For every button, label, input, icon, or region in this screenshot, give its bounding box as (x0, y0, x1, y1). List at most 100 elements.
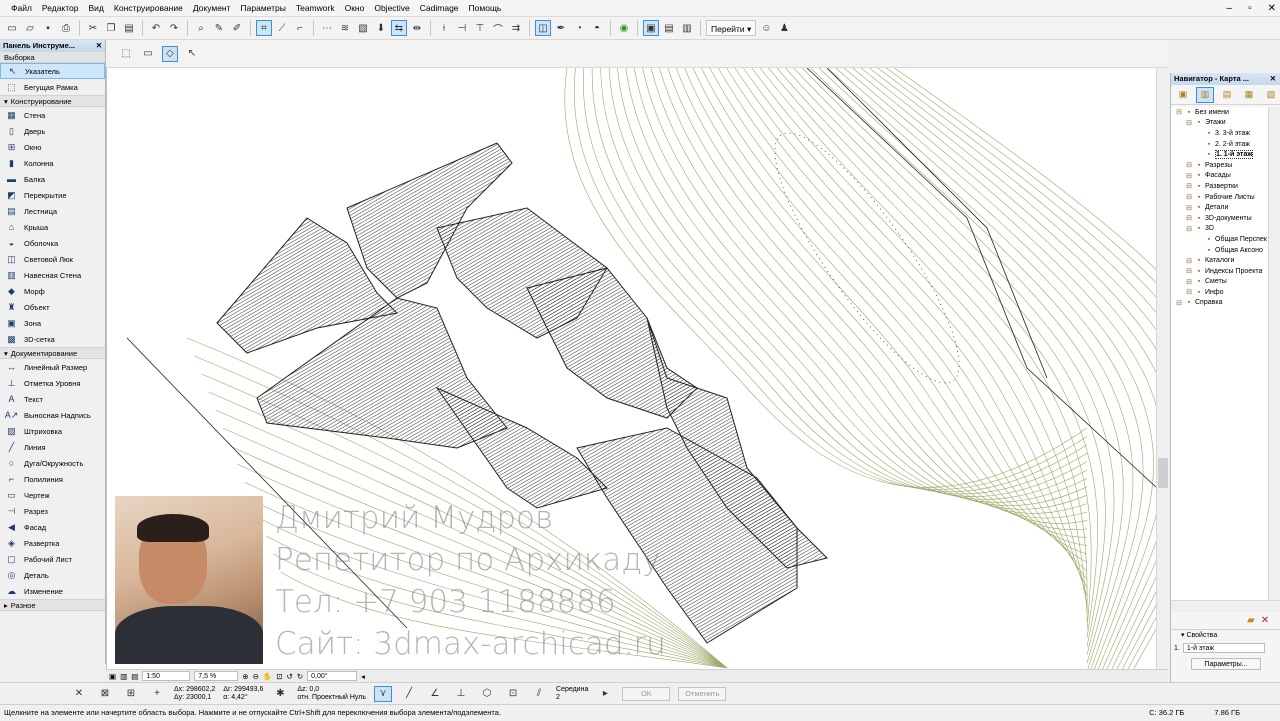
expand-icon[interactable]: ⊟ (1185, 257, 1193, 265)
tool-arc[interactable]: ○ Дуга/Окружность (0, 455, 105, 471)
rotated-rectangle-icon[interactable]: ◇ (162, 45, 178, 62)
canvas-vertical-scrollbar[interactable] (1156, 68, 1168, 669)
trace-icon[interactable]: ⇆ (391, 20, 407, 36)
split-icon[interactable]: ⟊ (436, 20, 452, 36)
expand-icon[interactable]: ⊟ (1185, 214, 1193, 222)
expand-icon[interactable]: ⊟ (1185, 288, 1193, 296)
cube-icon[interactable]: ⬡ (478, 686, 496, 702)
goto-dropdown[interactable]: Перейти ▾ (706, 20, 757, 36)
find-select-icon[interactable]: ⌕ (193, 20, 209, 36)
gravity-icon[interactable]: ⊠ (96, 686, 114, 702)
grid-display-icon[interactable]: ⋯ (319, 20, 335, 36)
tab-organizer-icon[interactable]: ▧ (1262, 87, 1280, 103)
tool-object[interactable]: ♜ Объект (0, 299, 105, 315)
expand-icon[interactable]: ⊟ (1185, 182, 1193, 190)
tree-node[interactable]: ⊟ ▪ 3D-документы (1171, 213, 1269, 224)
more-group-header[interactable]: ▸ Разное (0, 599, 105, 611)
tool-label[interactable]: A↗ Выносная Надпись (0, 407, 105, 423)
tool-slab[interactable]: ◩ Перекрытие (0, 187, 105, 203)
expand-icon[interactable]: ⊟ (1185, 193, 1193, 201)
adjust-icon[interactable]: ⊣ (454, 20, 470, 36)
tool-line[interactable]: ╱ Линия (0, 439, 105, 455)
expand-icon[interactable]: ⊟ (1185, 225, 1193, 233)
redo-icon[interactable]: ↷ (166, 20, 182, 36)
open-file-icon[interactable]: ▱ (22, 20, 38, 36)
close-icon[interactable]: ✕ (96, 40, 102, 51)
selection-method-icon[interactable]: ⬚ (118, 46, 134, 62)
tool-beam[interactable]: ▬ Балка (0, 171, 105, 187)
expand-icon[interactable]: ⊟ (1185, 278, 1193, 286)
tool-worksheet[interactable]: ▢ Рабочий Лист (0, 551, 105, 567)
tree-node[interactable]: ▪ 2. 2-й этаж (1171, 139, 1269, 150)
guide-lines-icon[interactable]: ⟋ (274, 20, 290, 36)
grid-snap-icon[interactable]: ⌗ (256, 20, 272, 36)
special-snap-icon[interactable]: ⫽ (530, 686, 548, 702)
tree-node[interactable]: ⊟ ▪ Сметы (1171, 277, 1269, 288)
menu-item[interactable]: Помощь (464, 3, 507, 13)
cancel-button[interactable]: Отменить (678, 686, 727, 701)
tree-horizontal-scrollbar[interactable] (1171, 600, 1280, 612)
new-file-icon[interactable]: ▭ (4, 20, 20, 36)
cut-icon[interactable]: ✂ (85, 20, 101, 36)
view-settings-icon[interactable]: ▣ (643, 20, 659, 36)
pick-up-icon[interactable]: ✎ (211, 20, 227, 36)
menu-item[interactable]: Конструирование (109, 3, 188, 13)
snap-mode[interactable]: Середина 2 (556, 686, 588, 702)
plus-icon[interactable]: + (148, 686, 166, 702)
expand-icon[interactable]: ⊟ (1185, 172, 1193, 180)
folder-icon[interactable]: ▰ (1247, 615, 1255, 626)
tree-node[interactable]: ⊟ ▪ Фасады (1171, 171, 1269, 182)
tool-mesh[interactable]: ▩ 3D-сетка (0, 331, 105, 347)
tool-window[interactable]: ⊞ Окно (0, 139, 105, 155)
design-group-header[interactable]: ▾ Конструирование (0, 95, 105, 107)
tool-column[interactable]: ▮ Колонна (0, 155, 105, 171)
menu-item[interactable]: Документ (188, 3, 236, 13)
menu-item[interactable]: Файл (6, 3, 37, 13)
line-snap-icon[interactable]: ╱ (400, 686, 418, 702)
tree-node[interactable]: ▪ 1. 1-й этаж (1171, 149, 1269, 160)
menu-item[interactable]: Вид (84, 3, 109, 13)
expand-icon[interactable]: ⊟ (1175, 108, 1183, 116)
suspend-groups-icon[interactable]: ⌐ (292, 20, 308, 36)
inject-icon[interactable]: ✐ (229, 20, 245, 36)
minimize-icon[interactable]: – (1227, 0, 1233, 17)
tool-shell[interactable]: ◒ Оболочка (0, 235, 105, 251)
star-icon[interactable]: ✱ (271, 686, 289, 702)
menu-item[interactable]: Окно (340, 3, 370, 13)
scroll-thumb[interactable] (1158, 458, 1168, 488)
ghost-story-icon[interactable]: ▧ (355, 20, 371, 36)
close-icon[interactable]: ✕ (1270, 73, 1276, 85)
menu-item[interactable]: Teamwork (291, 3, 340, 13)
story-name-field[interactable]: 1-й этаж (1182, 643, 1265, 653)
tool-interior-elevation[interactable]: ◈ Развертка (0, 535, 105, 551)
settings-button[interactable]: Параметры... (1191, 658, 1261, 670)
tree-node[interactable]: ⊟ ▪ 3D (1171, 224, 1269, 235)
tool-text[interactable]: A Текст (0, 391, 105, 407)
tree-node[interactable]: ⊟ ▪ Детали (1171, 202, 1269, 213)
tree-node[interactable]: ⊟ ▪ Этажи (1171, 118, 1269, 129)
save-icon[interactable]: ▪ (40, 20, 56, 36)
tab-project-map-icon[interactable]: ▣ (1174, 87, 1192, 103)
zoom-field[interactable]: 7,5 % (194, 671, 239, 681)
tool-morph[interactable]: ◆ Морф (0, 283, 105, 299)
arrow-left-icon[interactable]: ◂ (361, 672, 365, 681)
tree-node[interactable]: ⊟ ▪ Справка (1171, 298, 1269, 309)
walk-icon[interactable]: ♟ (776, 20, 792, 36)
tool-zone[interactable]: ▣ Зона (0, 315, 105, 331)
tool-detail[interactable]: ◎ Деталь (0, 567, 105, 583)
expand-icon[interactable]: ⊟ (1175, 299, 1183, 307)
tree-node[interactable]: ⊟ ▪ Разрезы (1171, 160, 1269, 171)
teamwork-icon[interactable]: ☺ (758, 20, 774, 36)
green-target-icon[interactable]: ◉ (616, 20, 632, 36)
scale-field[interactable]: 1:50 (142, 671, 191, 681)
next-zoom-icon[interactable]: ↻ (297, 672, 303, 681)
ok-button[interactable]: OK (622, 686, 671, 701)
tool-stair[interactable]: ▤ Лестница (0, 203, 105, 219)
tool-roof[interactable]: ⌂ Крыша (0, 219, 105, 235)
close-icon[interactable]: ✕ (1268, 0, 1276, 17)
tool-level[interactable]: ⊥ Отметка Уровня (0, 375, 105, 391)
perpendicular-icon[interactable]: ⊥ (452, 686, 470, 702)
orientation-field[interactable]: 0,00° (307, 671, 358, 681)
rectangle-selection-icon[interactable]: ▭ (140, 46, 156, 62)
ruler-icon[interactable]: ▥ (120, 672, 127, 681)
